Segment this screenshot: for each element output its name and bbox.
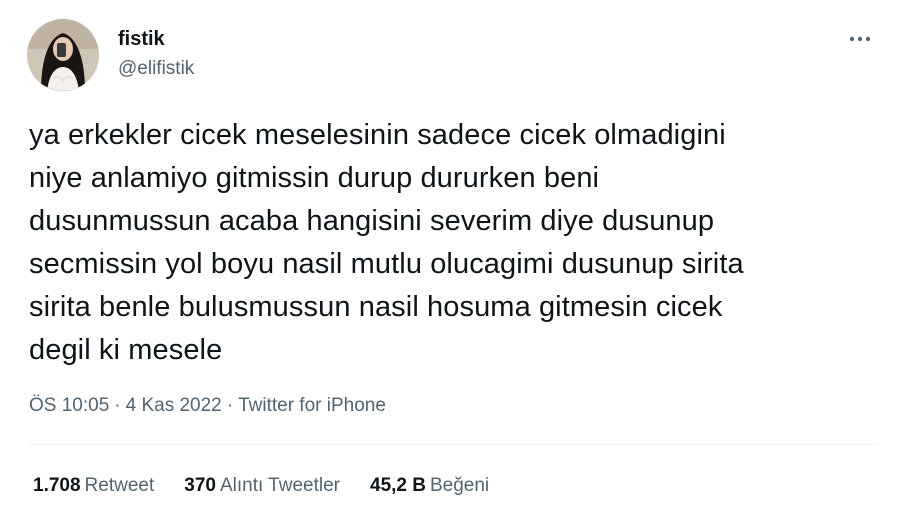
tweet-text-line: dusunmussun acaba hangisini severim diye… bbox=[29, 205, 715, 237]
tweet-card: fistik @elifistik ya erkekler cicek mese… bbox=[0, 0, 899, 512]
more-options-button[interactable] bbox=[842, 26, 878, 52]
tweet-text-line: niye anlamiyo gitmissin durup dururken b… bbox=[29, 162, 600, 194]
tweet-date[interactable]: 4 Kas 2022 bbox=[126, 395, 222, 416]
tweet-meta: ÖS 10:05 · 4 Kas 2022 · Twitter for iPhone bbox=[29, 394, 386, 418]
likes-stat[interactable]: 45,2 B Beğeni bbox=[370, 474, 489, 498]
tweet-text-line: degil ki mesele bbox=[29, 334, 223, 366]
display-name[interactable]: fistik bbox=[118, 27, 165, 51]
meta-separator: · bbox=[114, 395, 121, 416]
more-horizontal-icon bbox=[849, 36, 871, 42]
divider bbox=[29, 444, 878, 445]
tweet-text-line: ya erkekler cicek meselesinin sadece cic… bbox=[29, 119, 726, 151]
tweet-time[interactable]: ÖS 10:05 bbox=[29, 395, 109, 416]
avatar[interactable] bbox=[27, 19, 99, 91]
tweet-text-line: sirita benle bulusmussun nasil hosuma gi… bbox=[29, 291, 723, 323]
tweet-text-line: secmissin yol boyu nasil mutlu olucagimi… bbox=[29, 248, 744, 280]
meta-separator: · bbox=[226, 395, 234, 416]
tweet-source-link[interactable]: Twitter for iPhone bbox=[238, 395, 386, 416]
likes-label: Beğeni bbox=[429, 475, 490, 496]
likes-count: 45,2 B bbox=[370, 475, 426, 496]
tweet-stats: 1.708 Retweet 370 Alıntı Tweetler 45,2 B Be… bbox=[33, 474, 519, 498]
quote-tweets-stat[interactable]: 370 Alıntı Tweetler bbox=[184, 474, 340, 498]
quote-tweets-label: Alıntı Tweetler bbox=[219, 475, 340, 496]
retweets-stat[interactable]: 1.708 Retweet bbox=[33, 474, 154, 498]
retweets-label: Retweet bbox=[84, 475, 155, 496]
retweets-count: 1.708 bbox=[33, 475, 81, 496]
user-handle[interactable]: @elifistik bbox=[118, 57, 194, 81]
quote-tweets-count: 370 bbox=[184, 475, 216, 496]
profile-photo-icon bbox=[27, 19, 99, 91]
tweet-text: ya erkekler cicek meselesinin sadece cic… bbox=[29, 114, 879, 372]
